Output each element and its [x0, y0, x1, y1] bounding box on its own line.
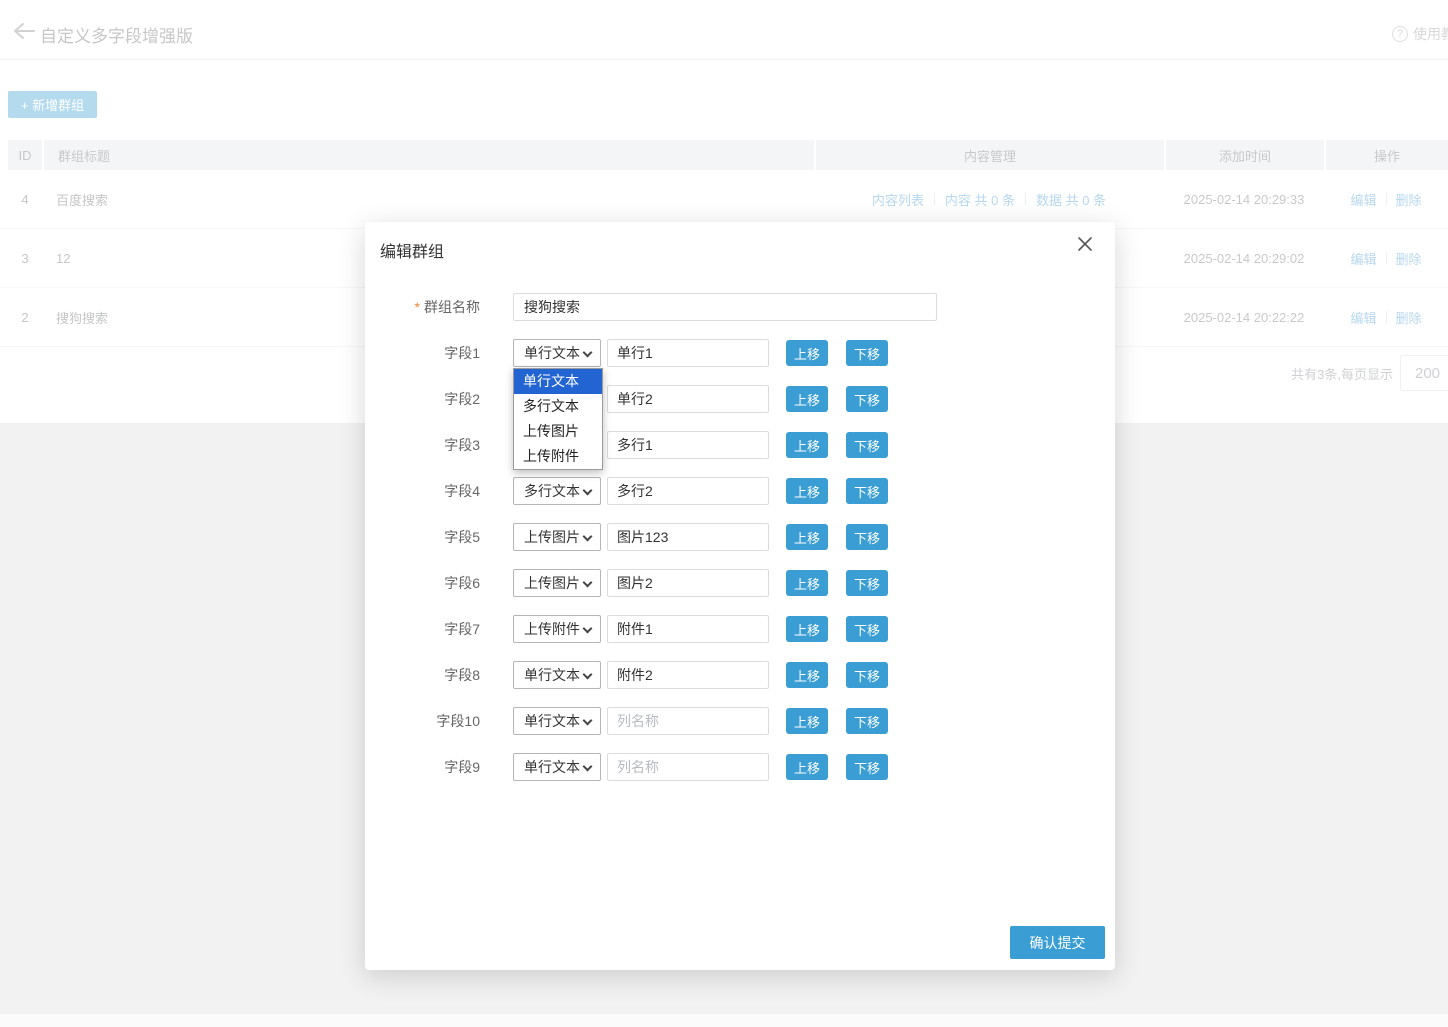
move-up-button[interactable]: 上移	[786, 340, 828, 366]
field-name-input[interactable]	[607, 707, 769, 735]
field-name-input[interactable]	[607, 615, 769, 643]
move-down-button[interactable]: 下移	[846, 524, 888, 550]
field-type-select[interactable]: 上传图片	[513, 523, 601, 551]
chevron-down-icon	[583, 578, 593, 588]
field-label: 字段6	[365, 573, 480, 593]
field-label: 字段9	[365, 757, 480, 777]
required-mark: *	[415, 299, 420, 315]
field-row: 字段9 单行文本 上移 下移	[365, 753, 1115, 781]
chevron-down-icon	[583, 716, 593, 726]
field-label: 字段3	[365, 435, 480, 455]
chevron-down-icon	[583, 670, 593, 680]
move-down-button[interactable]: 下移	[846, 340, 888, 366]
move-down-button[interactable]: 下移	[846, 616, 888, 642]
close-icon[interactable]	[1077, 236, 1095, 254]
field-row: 字段10 单行文本 上移 下移	[365, 707, 1115, 735]
chevron-down-icon	[583, 624, 593, 634]
move-up-button[interactable]: 上移	[786, 478, 828, 504]
field-row: 字段7 上传附件 上移 下移	[365, 615, 1115, 643]
group-name-row: *群组名称	[365, 293, 1115, 321]
move-down-button[interactable]: 下移	[846, 386, 888, 412]
field-row: 字段4 多行文本 上移 下移	[365, 477, 1115, 505]
move-up-button[interactable]: 上移	[786, 570, 828, 596]
field-label: 字段2	[365, 389, 480, 409]
field-label: 字段1	[365, 343, 480, 363]
field-name-input[interactable]	[607, 523, 769, 551]
group-name-input[interactable]	[513, 293, 937, 321]
confirm-submit-button[interactable]: 确认提交	[1010, 926, 1105, 959]
move-up-button[interactable]: 上移	[786, 616, 828, 642]
move-up-button[interactable]: 上移	[786, 708, 828, 734]
field-type-dropdown: 单行文本 多行文本 上传图片 上传附件	[513, 368, 603, 470]
field-label: 字段7	[365, 619, 480, 639]
field-rows: 字段1 单行文本 上移 下移 字段2 单行文本 上移 下移 字段3 多行文本 上…	[365, 339, 1115, 781]
chevron-down-icon	[583, 348, 593, 358]
dropdown-option[interactable]: 多行文本	[514, 394, 602, 419]
move-down-button[interactable]: 下移	[846, 570, 888, 596]
dropdown-option[interactable]: 单行文本	[514, 369, 602, 394]
field-type-select[interactable]: 多行文本	[513, 477, 601, 505]
move-down-button[interactable]: 下移	[846, 708, 888, 734]
field-label: 字段8	[365, 665, 480, 685]
move-up-button[interactable]: 上移	[786, 432, 828, 458]
chevron-down-icon	[583, 762, 593, 772]
field-label: 字段5	[365, 527, 480, 547]
edit-group-modal: 编辑群组 *群组名称 字段1 单行文本 上移 下移 字段2 单行文本 上移 下	[365, 222, 1115, 970]
field-row: 字段5 上传图片 上移 下移	[365, 523, 1115, 551]
field-row: 字段8 单行文本 上移 下移	[365, 661, 1115, 689]
field-label: 字段10	[365, 711, 480, 731]
chevron-down-icon	[583, 486, 593, 496]
field-name-input[interactable]	[607, 431, 769, 459]
field-type-select[interactable]: 单行文本	[513, 339, 601, 367]
move-up-button[interactable]: 上移	[786, 386, 828, 412]
field-row: 字段3 多行文本 上移 下移	[365, 431, 1115, 459]
field-type-select[interactable]: 单行文本	[513, 661, 601, 689]
field-name-input[interactable]	[607, 339, 769, 367]
field-type-select[interactable]: 上传附件	[513, 615, 601, 643]
field-row: 字段1 单行文本 上移 下移	[365, 339, 1115, 367]
move-up-button[interactable]: 上移	[786, 754, 828, 780]
modal-title: 编辑群组	[380, 238, 444, 262]
group-name-label: *群组名称	[365, 297, 480, 317]
dropdown-option[interactable]: 上传图片	[514, 419, 602, 444]
field-name-input[interactable]	[607, 477, 769, 505]
field-row: 字段6 上传图片 上移 下移	[365, 569, 1115, 597]
move-down-button[interactable]: 下移	[846, 432, 888, 458]
field-name-input[interactable]	[607, 661, 769, 689]
field-type-select[interactable]: 单行文本	[513, 753, 601, 781]
move-up-button[interactable]: 上移	[786, 524, 828, 550]
field-name-input[interactable]	[607, 569, 769, 597]
field-label: 字段4	[365, 481, 480, 501]
move-down-button[interactable]: 下移	[846, 478, 888, 504]
move-down-button[interactable]: 下移	[846, 754, 888, 780]
field-type-select[interactable]: 上传图片	[513, 569, 601, 597]
field-name-input[interactable]	[607, 753, 769, 781]
move-up-button[interactable]: 上移	[786, 662, 828, 688]
move-down-button[interactable]: 下移	[846, 662, 888, 688]
field-row: 字段2 单行文本 上移 下移	[365, 385, 1115, 413]
field-name-input[interactable]	[607, 385, 769, 413]
dropdown-option[interactable]: 上传附件	[514, 444, 602, 469]
chevron-down-icon	[583, 532, 593, 542]
modal-body: *群组名称 字段1 单行文本 上移 下移 字段2 单行文本 上移 下移 字段3 …	[365, 293, 1115, 799]
field-type-select[interactable]: 单行文本	[513, 707, 601, 735]
